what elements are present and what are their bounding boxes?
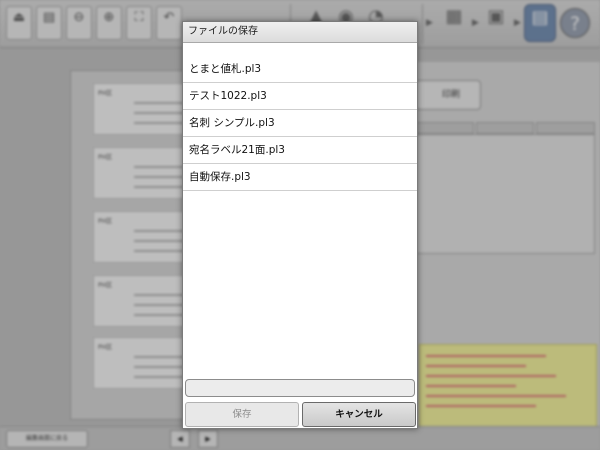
file-list-item[interactable]: 自動保存.pl3 <box>183 164 417 191</box>
save-file-dialog: ファイルの保存 とまと値札.pl3 テスト1022.pl3 名刺 シンプル.pl… <box>182 21 418 429</box>
file-list-item[interactable]: 名刺 シンプル.pl3 <box>183 110 417 137</box>
filename-input[interactable] <box>185 379 415 397</box>
file-list-item[interactable]: とまと値札.pl3 <box>183 56 417 83</box>
file-list-item[interactable]: 宛名ラベル21面.pl3 <box>183 137 417 164</box>
dialog-buttons: 保存 キャンセル <box>183 401 417 428</box>
dialog-title: ファイルの保存 <box>183 22 417 43</box>
save-button[interactable]: 保存 <box>185 402 299 427</box>
file-list: とまと値札.pl3 テスト1022.pl3 名刺 シンプル.pl3 宛名ラベル2… <box>183 56 417 191</box>
cancel-button[interactable]: キャンセル <box>302 402 416 427</box>
file-list-item[interactable]: テスト1022.pl3 <box>183 83 417 110</box>
